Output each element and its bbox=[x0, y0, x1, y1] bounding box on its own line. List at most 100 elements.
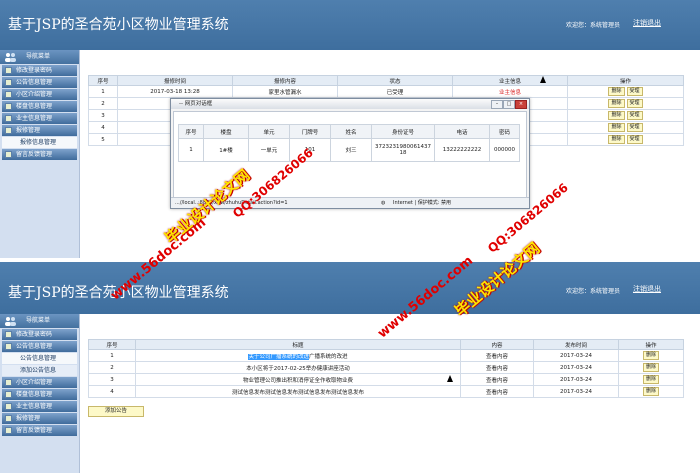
view-content-link[interactable]: 查看内容 bbox=[460, 385, 534, 398]
delete-button[interactable]: 删除 bbox=[608, 99, 625, 108]
menu-item-building[interactable]: 楼盘信息管理 bbox=[2, 101, 77, 112]
menu-item-notice[interactable]: 公告信息管理 bbox=[2, 77, 77, 88]
cell-title[interactable]: 物业管理公司推出积和消停证全作收取物业费 bbox=[135, 373, 461, 386]
add-notice-button[interactable]: 添加公告 bbox=[88, 406, 144, 417]
col-header: 门牌号 bbox=[289, 124, 331, 139]
welcome-text: 欢迎您：系统管理员 bbox=[566, 288, 621, 295]
owner-detail-dialog: -- 网页对话框 – □ × 序号 楼盘 单元 门牌号 姓名 身份证号 电话 密… bbox=[170, 98, 530, 209]
menu-label: 修改登录密码 bbox=[16, 331, 53, 338]
delete-button[interactable]: 删除 bbox=[608, 123, 625, 132]
menu-icon bbox=[5, 115, 12, 122]
cell-password: 000000 bbox=[489, 138, 520, 162]
menu-label: 楼盘信息管理 bbox=[16, 103, 53, 110]
bottom-screenshot-panel: 基于JSP的圣合苑小区物业管理系统 欢迎您：系统管理员 注销退出 导航菜单 修改… bbox=[0, 262, 700, 473]
menu-icon bbox=[5, 67, 12, 74]
submenu-item-add-notice[interactable]: 添加公告信息 bbox=[2, 365, 77, 376]
menu-icon bbox=[5, 403, 12, 410]
delete-button[interactable]: 删除 bbox=[608, 111, 625, 120]
owner-info-link[interactable]: 业主信息 bbox=[452, 85, 568, 98]
table-header-row: 序号 标题 内容 发布时间 操作 bbox=[88, 339, 684, 350]
menu-label: 留言反馈管理 bbox=[16, 151, 53, 158]
table-row: 2 本小区将于2017-02-25举办健康讲座活动 查看内容 2017-03-2… bbox=[88, 361, 684, 374]
cell-id: 372323198006143718 bbox=[371, 138, 435, 162]
menu-item-notice[interactable]: 公告信息管理 bbox=[2, 341, 77, 352]
delete-button[interactable]: 删除 bbox=[608, 87, 625, 96]
mouse-cursor-icon bbox=[540, 76, 546, 83]
cell-no: 5 bbox=[88, 133, 118, 146]
maximize-icon[interactable]: □ bbox=[503, 100, 515, 109]
delete-button[interactable]: 删除 bbox=[642, 375, 659, 384]
table-header-row: 序号 楼盘 单元 门牌号 姓名 身份证号 电话 密码 bbox=[178, 124, 520, 139]
cell-title[interactable]: 本小区将于2017-02-25举办健康讲座活动 bbox=[135, 361, 461, 374]
cell-title[interactable]: 关于公司广播系统的改进广播系统的改进 bbox=[135, 349, 461, 362]
cell-no: 1 bbox=[178, 138, 204, 162]
menu-icon bbox=[5, 103, 12, 110]
sidebar: 导航菜单 修改登录密码 公告信息管理 小区介绍管理 楼盘信息管理 业主信息管理 … bbox=[0, 50, 80, 262]
close-icon[interactable]: × bbox=[515, 100, 527, 109]
cell-actions: 删除 bbox=[618, 373, 684, 386]
cell-date: 2017-03-24 bbox=[533, 349, 619, 362]
table-row: 3 物业管理公司推出积和消停证全作收取物业费 查看内容 2017-03-24 删… bbox=[88, 373, 684, 386]
delete-button[interactable]: 删除 bbox=[642, 363, 659, 372]
menu-icon bbox=[5, 331, 12, 338]
cell-no: 2 bbox=[88, 361, 136, 374]
view-content-link[interactable]: 查看内容 bbox=[460, 361, 534, 374]
app-title: 基于JSP的圣合苑小区物业管理系统 bbox=[8, 17, 229, 33]
accept-button[interactable]: 受理 bbox=[626, 123, 643, 132]
table-row: 1 1#楼 一单元 101 刘三 372323198006143718 1322… bbox=[178, 138, 520, 162]
accept-button[interactable]: 受理 bbox=[626, 111, 643, 120]
app-header: 基于JSP的圣合苑小区物业管理系统 欢迎您：系统管理员 注销退出 bbox=[0, 0, 700, 50]
menu-label: 报修管理 bbox=[16, 127, 41, 134]
menu-item-change-password[interactable]: 修改登录密码 bbox=[2, 329, 77, 340]
menu-item-community[interactable]: 小区介绍管理 bbox=[2, 89, 77, 100]
col-header: 内容 bbox=[460, 339, 534, 350]
view-content-link[interactable]: 查看内容 bbox=[460, 349, 534, 362]
col-header: 身份证号 bbox=[371, 124, 435, 139]
submenu-item-repair-info[interactable]: 报修信息管理 bbox=[2, 137, 77, 148]
accept-button[interactable]: 受理 bbox=[626, 99, 643, 108]
col-header: 密码 bbox=[489, 124, 520, 139]
accept-button[interactable]: 受理 bbox=[626, 87, 643, 96]
cell-no: 1 bbox=[88, 349, 136, 362]
cell-name: 刘三 bbox=[330, 138, 372, 162]
view-content-link[interactable]: 查看内容 bbox=[460, 373, 534, 386]
title-text: 广播系统的改进 bbox=[309, 353, 348, 360]
menu-item-owner[interactable]: 业主信息管理 bbox=[2, 113, 77, 124]
welcome-text: 欢迎您：系统管理员 bbox=[566, 22, 621, 29]
delete-button[interactable]: 删除 bbox=[642, 387, 659, 396]
cell-door: 101 bbox=[289, 138, 331, 162]
table-row: 4 测试信息发布测试信息发布测试信息发布测试信息发布 查看内容 2017-03-… bbox=[88, 385, 684, 398]
cell-no: 4 bbox=[88, 385, 136, 398]
menu-item-building[interactable]: 楼盘信息管理 bbox=[2, 389, 77, 400]
menu-item-community[interactable]: 小区介绍管理 bbox=[2, 377, 77, 388]
menu-item-repair[interactable]: 报修管理 bbox=[2, 125, 77, 136]
dialog-titlebar[interactable]: -- 网页对话框 – □ × bbox=[171, 99, 529, 109]
menu-label: 公告信息管理 bbox=[16, 343, 53, 350]
cell-no: 3 bbox=[88, 109, 118, 122]
menu-item-owner[interactable]: 业主信息管理 bbox=[2, 401, 77, 412]
cell-status: 已受理 bbox=[337, 85, 453, 98]
menu-item-repair[interactable]: 报修管理 bbox=[2, 413, 77, 424]
menu-item-feedback[interactable]: 留言反馈管理 bbox=[2, 149, 77, 160]
delete-button[interactable]: 删除 bbox=[608, 135, 625, 144]
menu-item-change-password[interactable]: 修改登录密码 bbox=[2, 65, 77, 76]
logout-link[interactable]: 注销退出 bbox=[633, 284, 661, 294]
cell-title[interactable]: 测试信息发布测试信息发布测试信息发布测试信息发布 bbox=[135, 385, 461, 398]
menu-icon bbox=[5, 79, 12, 86]
sidebar: 导航菜单 修改登录密码 公告信息管理 公告信息管理 添加公告信息 小区介绍管理 … bbox=[0, 314, 80, 473]
menu-item-feedback[interactable]: 留言反馈管理 bbox=[2, 425, 77, 436]
delete-button[interactable]: 删除 bbox=[642, 351, 659, 360]
menu-icon bbox=[5, 427, 12, 434]
menu-icon bbox=[5, 415, 12, 422]
nav-header-label: 导航菜单 bbox=[26, 317, 51, 324]
submenu-item-notice-list[interactable]: 公告信息管理 bbox=[2, 353, 77, 364]
col-header: 标题 bbox=[135, 339, 461, 350]
notice-table-area: 序号 标题 内容 发布时间 操作 1 关于公司广播系统的改进广播系统的改进 查看… bbox=[88, 339, 684, 398]
minimize-icon[interactable]: – bbox=[491, 100, 503, 109]
nav-header: 导航菜单 bbox=[0, 314, 79, 328]
logout-link[interactable]: 注销退出 bbox=[633, 18, 661, 28]
accept-button[interactable]: 受理 bbox=[626, 135, 643, 144]
cell-actions: 删除 bbox=[618, 361, 684, 374]
cell-actions: 删除 受理 bbox=[567, 85, 684, 98]
cell-time: 2017-03-18 13:28 bbox=[117, 85, 233, 98]
